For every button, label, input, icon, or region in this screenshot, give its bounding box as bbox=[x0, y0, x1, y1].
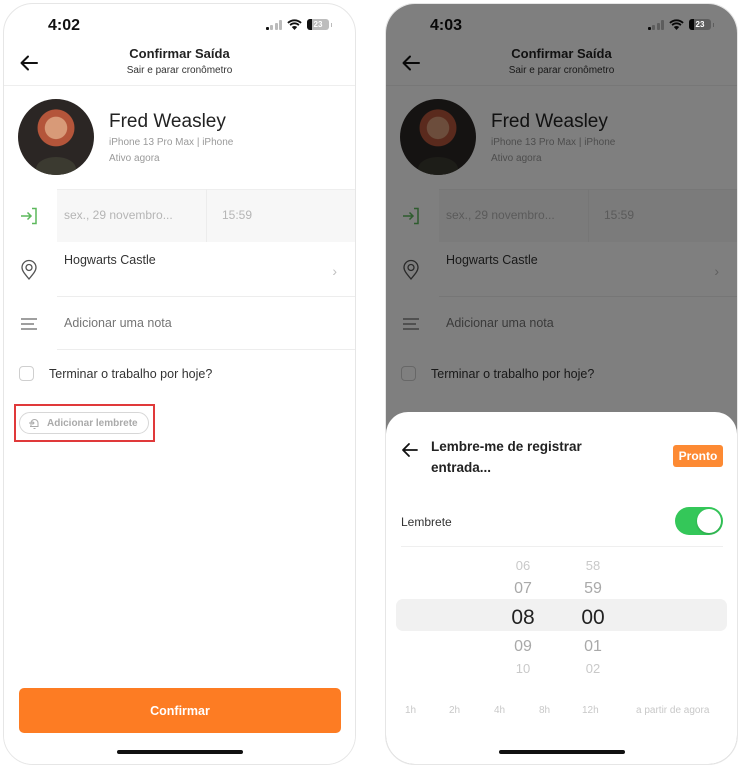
minute-option[interactable]: 59 bbox=[573, 575, 613, 603]
reminder-toggle-label: Lembrete bbox=[401, 515, 452, 529]
page-subtitle: Sair e parar cronômetro bbox=[126, 65, 233, 76]
quick-option-8h[interactable]: 8h bbox=[539, 705, 550, 716]
end-day-label: Terminar o trabalho por hoje? bbox=[49, 367, 213, 381]
arrow-left-icon[interactable] bbox=[400, 440, 420, 460]
minute-option-selected[interactable]: 00 bbox=[573, 603, 613, 633]
quick-option-1h[interactable]: 1h bbox=[405, 705, 416, 716]
date-field[interactable]: sex., 29 novembro... bbox=[64, 208, 173, 222]
note-input[interactable] bbox=[64, 316, 324, 330]
user-name: Fred Weasley bbox=[109, 111, 226, 132]
sheet-title: Lembre-me de registrar entrada... bbox=[431, 439, 582, 475]
quick-option-2h[interactable]: 2h bbox=[449, 705, 460, 716]
quick-option-12h[interactable]: 12h bbox=[582, 705, 599, 716]
done-button[interactable]: Pronto bbox=[673, 445, 723, 467]
hour-option[interactable]: 07 bbox=[503, 575, 543, 603]
home-indicator bbox=[499, 750, 625, 754]
chevron-right-icon: › bbox=[332, 263, 337, 279]
minute-option[interactable]: 02 bbox=[573, 661, 613, 673]
hour-option-selected[interactable]: 08 bbox=[503, 603, 543, 633]
location-name: Hogwarts Castle bbox=[64, 253, 156, 267]
minute-option[interactable]: 01 bbox=[573, 633, 613, 661]
clock-in-icon bbox=[21, 207, 37, 225]
cellular-signal-icon bbox=[265, 19, 282, 30]
note-row bbox=[4, 297, 355, 350]
status-bar: 4:02 23 bbox=[4, 4, 355, 44]
wifi-icon bbox=[287, 19, 302, 30]
header: Confirmar Saída Sair e parar cronômetro bbox=[4, 44, 355, 86]
add-reminder-label: Adicionar lembrete bbox=[47, 417, 138, 429]
end-day-row: Terminar o trabalho por hoje? bbox=[4, 359, 355, 389]
status-time: 4:02 bbox=[48, 17, 81, 34]
note-lines-icon bbox=[21, 318, 37, 330]
confirm-button[interactable]: Confirmar bbox=[19, 688, 341, 733]
phone-screen-reminder-sheet: 4:03 23 Confirmar Saída Sair e parar cro… bbox=[385, 3, 738, 765]
location-row[interactable]: Hogwarts Castle › bbox=[4, 242, 355, 297]
hour-option[interactable]: 06 bbox=[503, 557, 543, 575]
user-device: iPhone 13 Pro Max | iPhone bbox=[109, 137, 234, 148]
battery-icon: 23 bbox=[307, 19, 332, 30]
user-profile: Fred Weasley iPhone 13 Pro Max | iPhone … bbox=[18, 99, 355, 179]
home-indicator bbox=[117, 750, 243, 754]
time-field[interactable]: 15:59 bbox=[222, 208, 252, 222]
location-pin-icon bbox=[21, 259, 37, 281]
picker-selection-band bbox=[396, 599, 727, 631]
reminder-bell-icon bbox=[29, 418, 39, 429]
add-reminder-button[interactable]: Adicionar lembrete bbox=[19, 412, 149, 434]
quick-option-4h[interactable]: 4h bbox=[494, 705, 505, 716]
page-title: Confirmar Saída bbox=[129, 46, 230, 61]
user-status: Ativo agora bbox=[109, 153, 160, 164]
quick-option-from-now[interactable]: a partir de agora bbox=[636, 705, 709, 716]
end-day-checkbox[interactable] bbox=[19, 366, 34, 381]
hour-option[interactable]: 09 bbox=[503, 633, 543, 661]
reminder-bottom-sheet: Lembre-me de registrar entrada... Pronto… bbox=[386, 412, 737, 764]
reminder-toggle[interactable] bbox=[675, 507, 723, 535]
clock-out-datetime-row: sex., 29 novembro... 15:59 bbox=[4, 189, 355, 242]
avatar bbox=[18, 99, 94, 175]
phone-screen-confirm-exit: 4:02 23 Confirmar Saída Sair e parar cro… bbox=[3, 3, 356, 765]
minute-picker[interactable]: 58 59 00 01 02 bbox=[573, 557, 613, 673]
hour-option[interactable]: 10 bbox=[503, 661, 543, 673]
hour-picker[interactable]: 06 07 08 09 10 bbox=[503, 557, 543, 673]
minute-option[interactable]: 58 bbox=[573, 557, 613, 575]
